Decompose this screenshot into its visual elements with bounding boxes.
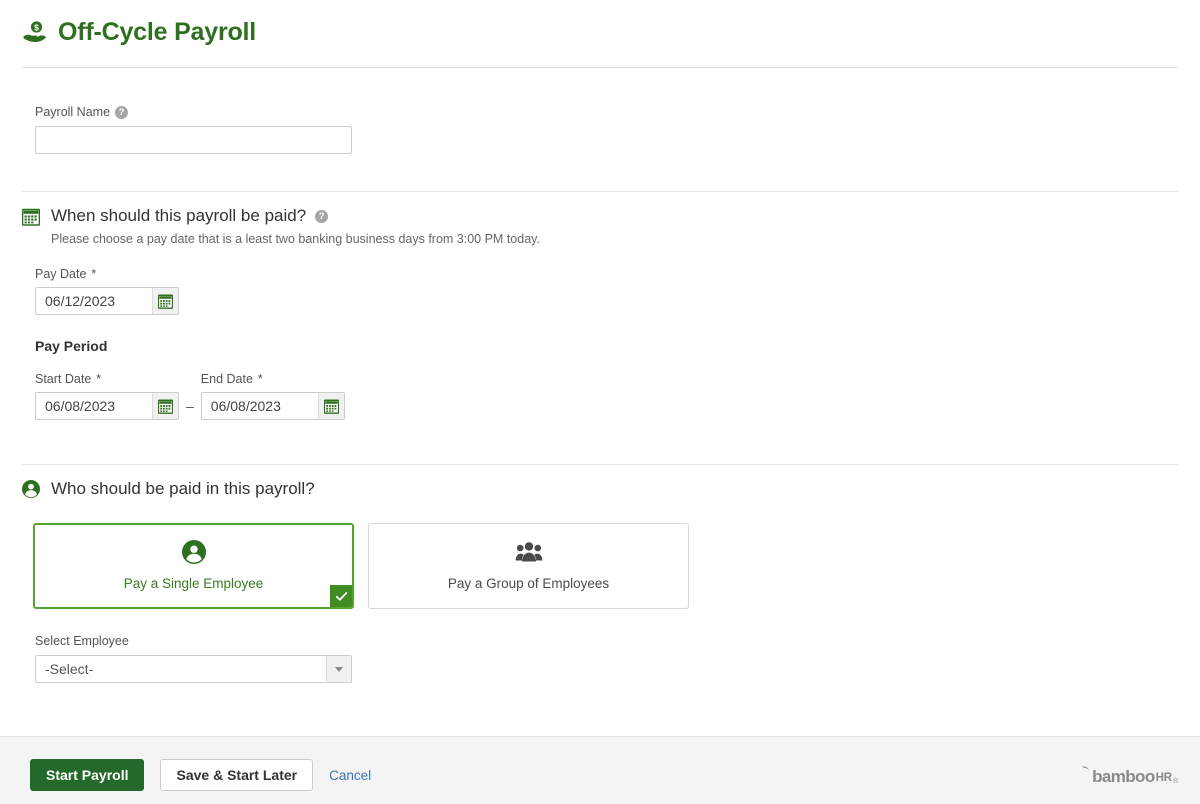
chevron-down-icon <box>335 667 343 672</box>
single-person-icon <box>182 540 206 569</box>
save-start-later-button[interactable]: Save & Start Later <box>160 759 313 791</box>
calendar-picker-icon <box>158 294 173 309</box>
check-icon <box>335 590 348 603</box>
group-people-icon <box>515 540 543 569</box>
pay-timing-heading: When should this payroll be paid? ? Plea… <box>22 206 540 247</box>
pay-period-title: Pay Period <box>35 338 345 355</box>
pay-date-input-wrap <box>35 287 179 315</box>
calendar-icon <box>22 208 40 231</box>
pay-timing-title-row: When should this payroll be paid? ? <box>51 206 540 226</box>
footer-action-bar: Start Payroll Save & Start Later Cancel <box>0 736 1200 804</box>
pay-period-date-row: Start Date * <box>35 371 345 420</box>
date-range-separator: – <box>179 398 201 420</box>
person-circle-icon <box>22 480 40 503</box>
hand-holding-money-icon: $ <box>22 19 48 45</box>
page-header: $ Off-Cycle Payroll <box>0 0 1200 68</box>
page-title: Off-Cycle Payroll <box>58 17 256 47</box>
help-circle-icon[interactable]: ? <box>115 106 128 119</box>
who-section-heading: Who should be paid in this payroll? <box>22 479 315 503</box>
bamboo-leaf-icon <box>1082 762 1092 780</box>
pay-date-calendar-button[interactable] <box>152 288 178 314</box>
select-employee-wrap: -Select- <box>35 655 352 683</box>
start-date-label: Start Date * <box>35 371 179 387</box>
logo-bamboo-text: bamboo <box>1092 768 1155 786</box>
payroll-name-label: Payroll Name ? <box>35 104 352 120</box>
card-label-single-employee: Pay a Single Employee <box>124 576 264 592</box>
start-date-field-group: Start Date * <box>35 371 179 420</box>
section-divider-2 <box>22 464 1178 465</box>
logo-registered-mark: ® <box>1173 777 1178 786</box>
card-label-group-employees: Pay a Group of Employees <box>448 576 609 592</box>
required-marker: * <box>91 266 96 282</box>
bamboohr-logo: bamboo HR ® <box>1082 762 1178 786</box>
calendar-picker-icon <box>324 399 339 414</box>
payroll-name-field-group: Payroll Name ? <box>35 104 352 154</box>
pay-timing-subtitle: Please choose a pay date that is a least… <box>51 231 540 247</box>
payee-choice-cards: Pay a Single Employee Pay a Group of Emp… <box>33 523 689 609</box>
select-employee-dropdown[interactable]: -Select- <box>35 655 352 683</box>
start-date-calendar-button[interactable] <box>152 393 178 419</box>
card-pay-group-employees[interactable]: Pay a Group of Employees <box>368 523 689 609</box>
end-date-input-wrap <box>201 392 345 420</box>
pay-period-group: Pay Period Start Date * <box>35 338 345 420</box>
end-date-field-group: End Date * <box>201 371 345 420</box>
select-employee-label: Select Employee <box>35 633 352 649</box>
footer-buttons: Start Payroll Save & Start Later Cancel <box>30 759 371 791</box>
who-section: Who should be paid in this payroll? <box>22 479 315 503</box>
pay-timing-section: When should this payroll be paid? ? Plea… <box>22 206 540 247</box>
payroll-name-input[interactable] <box>35 126 352 154</box>
start-date-input-wrap <box>35 392 179 420</box>
header-divider <box>22 67 1178 68</box>
header-title-group: $ Off-Cycle Payroll <box>22 17 256 47</box>
required-marker: * <box>96 371 101 387</box>
logo-hr-text: HR <box>1156 771 1172 786</box>
select-employee-arrow-button[interactable] <box>326 656 351 682</box>
pay-date-label: Pay Date * <box>35 266 179 282</box>
select-employee-group: Select Employee -Select- <box>35 633 352 683</box>
pay-date-field-group: Pay Date * <box>35 266 179 315</box>
cancel-link[interactable]: Cancel <box>329 768 371 783</box>
pay-timing-title: When should this payroll be paid? <box>51 206 306 226</box>
calendar-picker-icon <box>158 399 173 414</box>
start-payroll-button[interactable]: Start Payroll <box>30 759 144 791</box>
end-date-calendar-button[interactable] <box>318 393 344 419</box>
end-date-label: End Date * <box>201 371 345 387</box>
card-pay-single-employee[interactable]: Pay a Single Employee <box>33 523 354 609</box>
svg-text:$: $ <box>34 23 39 33</box>
who-section-title: Who should be paid in this payroll? <box>51 479 315 499</box>
required-marker: * <box>258 371 263 387</box>
help-circle-icon[interactable]: ? <box>315 210 328 223</box>
who-section-title-row: Who should be paid in this payroll? <box>51 479 315 499</box>
section-divider-1 <box>22 191 1178 192</box>
selected-check-badge <box>330 585 352 607</box>
